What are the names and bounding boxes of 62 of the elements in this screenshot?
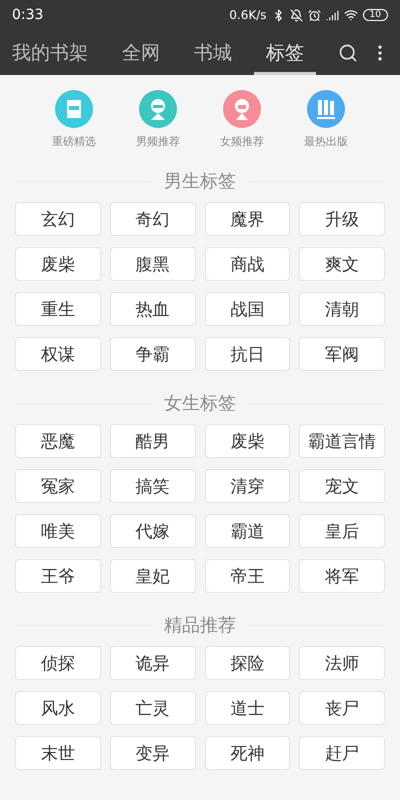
tag-button[interactable]: 诡异 [110, 646, 196, 680]
battery-icon: 10 [362, 9, 388, 21]
girl-avatar-icon [223, 90, 261, 128]
network-speed: 0.6K/s [229, 8, 267, 22]
tag-button[interactable]: 酷男 [110, 424, 196, 458]
tag-button[interactable]: 重生 [15, 292, 101, 326]
tag-button[interactable]: 法师 [299, 646, 385, 680]
alarm-icon [308, 8, 321, 22]
tag-button[interactable]: 赶尸 [299, 736, 385, 770]
tag-button[interactable]: 奇幻 [110, 202, 196, 236]
tag-button[interactable]: 王爷 [15, 559, 101, 593]
tag-button[interactable]: 帝王 [204, 559, 290, 593]
tag-button[interactable]: 废柴 [204, 424, 290, 458]
tag-button[interactable]: 唯美 [15, 514, 101, 548]
tag-button[interactable]: 玄幻 [15, 202, 101, 236]
nav-tab[interactable]: 全网 [110, 30, 172, 75]
tag-button[interactable]: 恶魔 [15, 424, 101, 458]
tag-button[interactable]: 热血 [110, 292, 196, 326]
tag-button[interactable]: 升级 [299, 202, 385, 236]
nav-tab[interactable]: 书城 [182, 30, 244, 75]
tag-button[interactable]: 亡灵 [110, 691, 196, 725]
tag-button[interactable]: 军阀 [299, 337, 385, 371]
tag-button[interactable]: 战国 [204, 292, 290, 326]
status-time: 0:33 [12, 7, 44, 23]
tag-button[interactable]: 将军 [299, 559, 385, 593]
tag-button[interactable]: 争霸 [110, 337, 196, 371]
tag-button[interactable]: 丧尸 [299, 691, 385, 725]
tag-button[interactable]: 末世 [15, 736, 101, 770]
tag-button[interactable]: 死神 [204, 736, 290, 770]
tag-button[interactable]: 抗日 [204, 337, 290, 371]
nav-tab[interactable]: 标签 [254, 30, 316, 75]
tag-button[interactable]: 魔界 [204, 202, 290, 236]
tag-button[interactable]: 宠文 [299, 469, 385, 503]
tag-button[interactable]: 清穿 [204, 469, 290, 503]
tag-button[interactable]: 腹黑 [110, 247, 196, 281]
tag-button[interactable]: 权谋 [15, 337, 101, 371]
tag-button[interactable]: 侦探 [15, 646, 101, 680]
signal-icon [326, 8, 339, 22]
tag-button[interactable]: 冤家 [15, 469, 101, 503]
tag-button[interactable]: 探险 [204, 646, 290, 680]
tag-button[interactable]: 商战 [204, 247, 290, 281]
boy-avatar-icon [139, 90, 177, 128]
tag-button[interactable]: 霸道言情 [299, 424, 385, 458]
tag-button[interactable]: 风水 [15, 691, 101, 725]
section-title: 男生标签 [164, 170, 236, 193]
tag-button[interactable]: 霸道 [204, 514, 290, 548]
tag-button[interactable]: 道士 [204, 691, 290, 725]
tag-button[interactable]: 代嫁 [110, 514, 196, 548]
tag-button[interactable]: 皇妃 [110, 559, 196, 593]
nav-tab[interactable]: 我的书架 [12, 30, 100, 75]
section-title: 女生标签 [164, 392, 236, 415]
tag-button[interactable]: 皇后 [299, 514, 385, 548]
bookshelf-icon [307, 90, 345, 128]
book-icon [55, 90, 93, 128]
section-title: 精品推荐 [164, 614, 236, 637]
tag-button[interactable]: 爽文 [299, 247, 385, 281]
tag-button[interactable]: 搞笑 [110, 469, 196, 503]
tag-button[interactable]: 变异 [110, 736, 196, 770]
tag-button[interactable]: 清朝 [299, 292, 385, 326]
bell-off-icon [290, 8, 303, 22]
wifi-icon [344, 8, 358, 22]
tag-button[interactable]: 废柴 [15, 247, 101, 281]
